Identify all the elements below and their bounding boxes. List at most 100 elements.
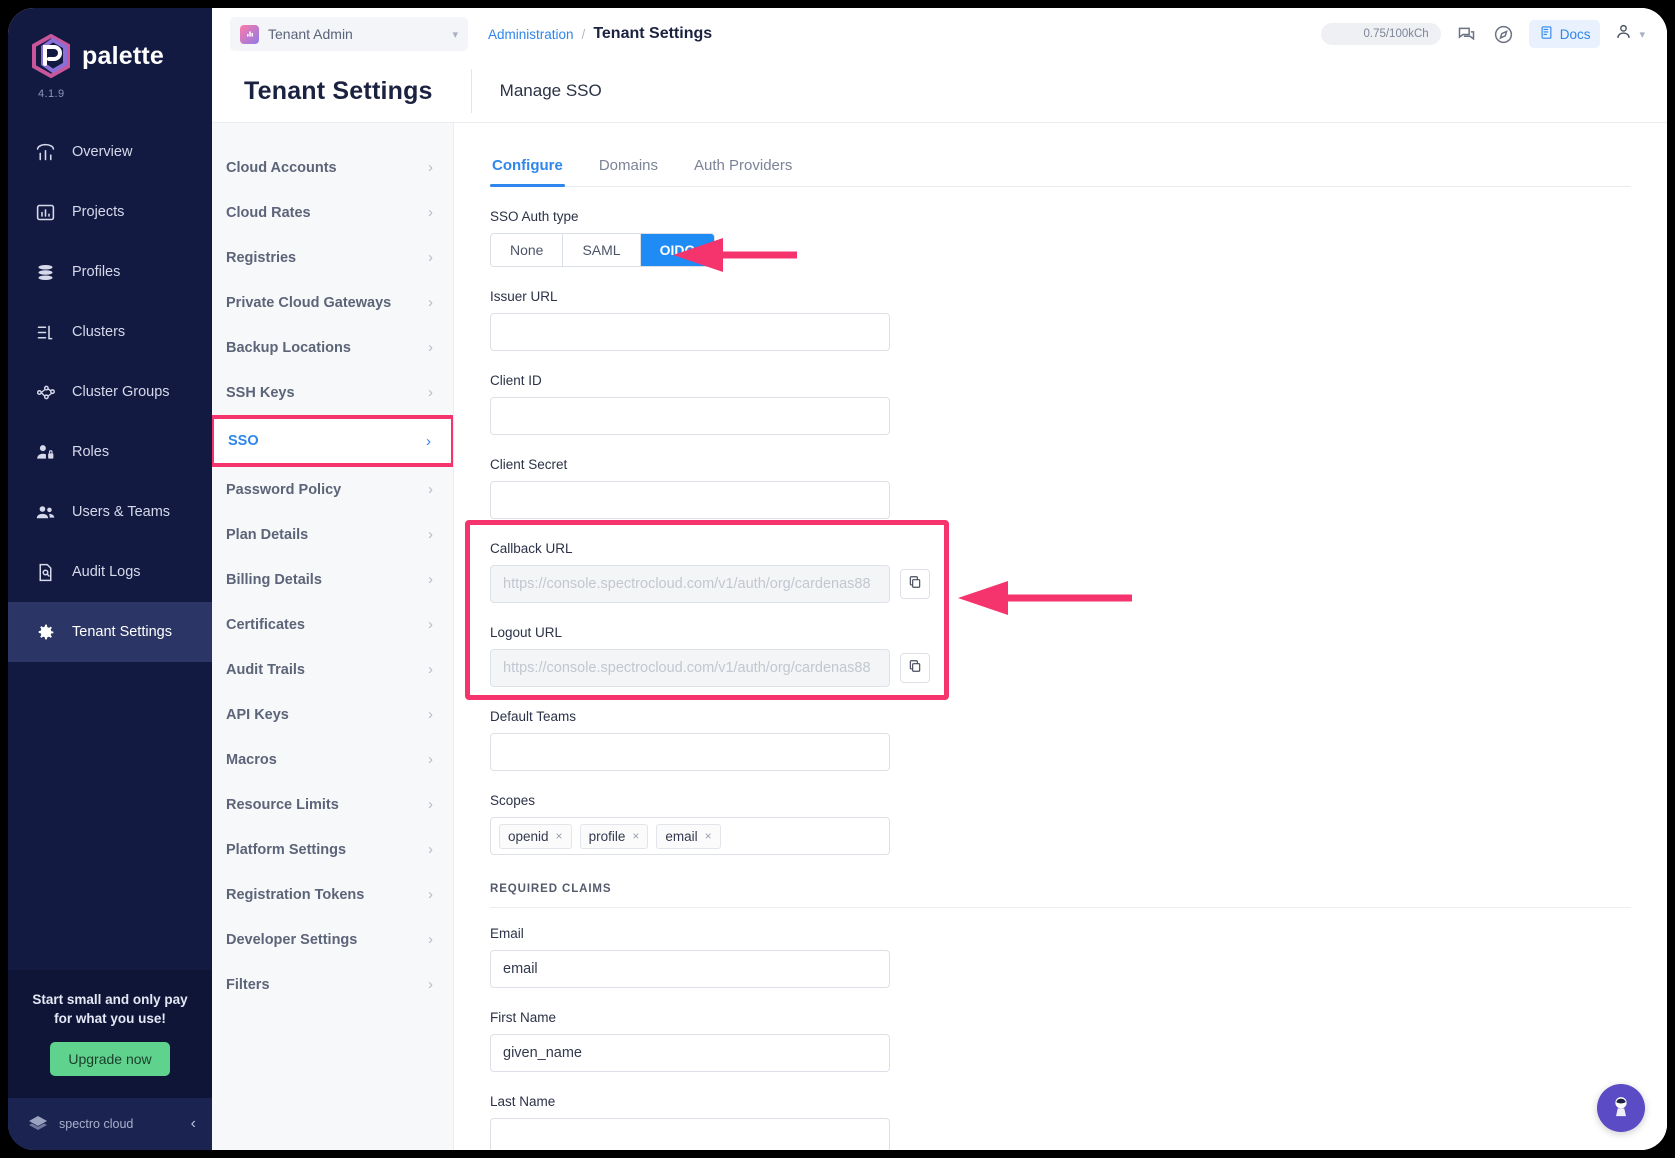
- page-title: Tenant Settings: [244, 76, 433, 105]
- submenu-item-billing-details[interactable]: Billing Details ›: [212, 557, 453, 602]
- sidebar-item-projects[interactable]: Projects: [8, 182, 212, 242]
- scope-tag: openid ×: [499, 823, 572, 849]
- user-menu[interactable]: ▾: [1614, 22, 1645, 46]
- chart-overview-icon: [34, 141, 56, 163]
- submenu-item-developer-settings[interactable]: Developer Settings ›: [212, 917, 453, 962]
- upgrade-promo: Start small and only pay for what you us…: [8, 970, 212, 1098]
- sidebar-item-label: Cluster Groups: [72, 384, 170, 400]
- chevron-right-icon: ›: [428, 159, 433, 176]
- submenu-label: Cloud Accounts: [226, 159, 337, 176]
- tab-domains[interactable]: Domains: [597, 151, 660, 186]
- copy-callback-url-button[interactable]: [900, 569, 930, 599]
- submenu-item-filters[interactable]: Filters ›: [212, 962, 453, 1007]
- sidebar-item-roles[interactable]: Roles: [8, 422, 212, 482]
- chevron-right-icon: ›: [428, 886, 433, 903]
- docs-button[interactable]: Docs: [1528, 20, 1601, 48]
- remove-scope-icon[interactable]: ×: [556, 829, 563, 843]
- list-panel-icon: [34, 321, 56, 343]
- submenu-item-sso[interactable]: SSO ›: [212, 415, 453, 467]
- copy-logout-url-button[interactable]: [900, 653, 930, 683]
- chevron-right-icon: ›: [428, 204, 433, 221]
- auth-type-option-none[interactable]: None: [491, 234, 564, 266]
- submenu-item-registration-tokens[interactable]: Registration Tokens ›: [212, 872, 453, 917]
- chevron-right-icon: ›: [428, 294, 433, 311]
- settings-submenu: Cloud Accounts › Cloud Rates › Registrie…: [212, 122, 454, 1150]
- chevron-right-icon: ›: [428, 616, 433, 633]
- sidebar-item-profiles[interactable]: Profiles: [8, 242, 212, 302]
- submenu-item-resource-limits[interactable]: Resource Limits ›: [212, 782, 453, 827]
- claim-last-name-input[interactable]: [490, 1118, 890, 1150]
- issuer-url-input[interactable]: [490, 313, 890, 351]
- submenu-item-api-keys[interactable]: API Keys ›: [212, 692, 453, 737]
- sidebar-item-cluster-groups[interactable]: Cluster Groups: [8, 362, 212, 422]
- sidebar-item-clusters[interactable]: Clusters: [8, 302, 212, 362]
- tenant-selector-label: Tenant Admin: [268, 26, 353, 42]
- chevron-down-icon: ▾: [452, 28, 458, 41]
- sidebar-item-overview[interactable]: Overview: [8, 122, 212, 182]
- auth-type-option-oidc[interactable]: OIDC: [640, 234, 714, 266]
- sidebar-item-users-teams[interactable]: Users & Teams: [8, 482, 212, 542]
- tenant-selector[interactable]: Tenant Admin ▾: [230, 17, 468, 51]
- help-fab-button[interactable]: [1597, 1084, 1645, 1132]
- claim-first-name-input[interactable]: [490, 1034, 890, 1072]
- chat-bubbles-icon[interactable]: [1455, 23, 1478, 46]
- sidebar-item-label: Audit Logs: [72, 564, 141, 580]
- sidebar-nav: Overview Projects Profiles Clusters Clus…: [8, 122, 212, 970]
- page-subtitle: Manage SSO: [499, 81, 602, 100]
- chevron-right-icon: ›: [428, 841, 433, 858]
- chevron-right-icon: ›: [428, 526, 433, 543]
- breadcrumb-current: Tenant Settings: [593, 25, 713, 42]
- panel-inner: Configure Domains Auth Providers SSO Aut…: [454, 151, 1667, 1150]
- submenu-item-certificates[interactable]: Certificates ›: [212, 602, 453, 647]
- submenu-item-audit-trails[interactable]: Audit Trails ›: [212, 647, 453, 692]
- default-teams-input[interactable]: [490, 733, 890, 771]
- claim-email-label: Email: [490, 926, 524, 941]
- submenu-item-cloud-rates[interactable]: Cloud Rates ›: [212, 190, 453, 235]
- sidebar-item-tenant-settings[interactable]: Tenant Settings: [8, 602, 212, 662]
- client-secret-input[interactable]: [490, 481, 890, 519]
- upgrade-now-button[interactable]: Upgrade now: [50, 1042, 170, 1076]
- client-id-input[interactable]: [490, 397, 890, 435]
- page-body: Cloud Accounts › Cloud Rates › Registrie…: [212, 122, 1667, 1150]
- submenu-item-platform-settings[interactable]: Platform Settings ›: [212, 827, 453, 872]
- submenu-item-cloud-accounts[interactable]: Cloud Accounts ›: [212, 145, 453, 190]
- tab-auth-providers[interactable]: Auth Providers: [692, 151, 794, 186]
- sidebar-item-label: Profiles: [72, 264, 121, 280]
- sso-configure-panel: Configure Domains Auth Providers SSO Aut…: [454, 122, 1667, 1150]
- scope-tag-label: profile: [588, 828, 626, 844]
- claim-last-name-label: Last Name: [490, 1094, 556, 1109]
- sidebar-item-audit-logs[interactable]: Audit Logs: [8, 542, 212, 602]
- tab-configure[interactable]: Configure: [490, 151, 565, 187]
- book-icon: [1539, 25, 1554, 43]
- submenu-label: Cloud Rates: [226, 204, 311, 221]
- submenu-item-plan-details[interactable]: Plan Details ›: [212, 512, 453, 557]
- submenu-item-password-policy[interactable]: Password Policy ›: [212, 467, 453, 512]
- logout-url-input[interactable]: [490, 649, 890, 687]
- submenu-item-macros[interactable]: Macros ›: [212, 737, 453, 782]
- submenu-label: Backup Locations: [226, 339, 351, 356]
- submenu-label: Macros: [226, 751, 277, 768]
- auth-type-option-saml[interactable]: SAML: [563, 234, 641, 266]
- chevron-right-icon: ›: [428, 481, 433, 498]
- compass-icon[interactable]: [1492, 23, 1515, 46]
- scopes-input[interactable]: openid × profile × email ×: [490, 817, 890, 855]
- docs-button-label: Docs: [1559, 26, 1591, 42]
- chevron-down-icon: ▾: [1639, 28, 1645, 41]
- submenu-item-private-cloud-gateways[interactable]: Private Cloud Gateways ›: [212, 280, 453, 325]
- remove-scope-icon[interactable]: ×: [705, 829, 712, 843]
- submenu-label: Filters: [226, 976, 270, 993]
- submenu-label: Billing Details: [226, 571, 322, 588]
- breadcrumb-parent[interactable]: Administration: [488, 27, 574, 42]
- submenu-label: Private Cloud Gateways: [226, 294, 392, 311]
- claim-email-input[interactable]: [490, 950, 890, 988]
- submenu-item-ssh-keys[interactable]: SSH Keys ›: [212, 370, 453, 415]
- submenu-item-backup-locations[interactable]: Backup Locations ›: [212, 325, 453, 370]
- issuer-url-label: Issuer URL: [490, 289, 558, 304]
- user-avatar-icon: [1614, 22, 1633, 46]
- submenu-item-registries[interactable]: Registries ›: [212, 235, 453, 280]
- bar-chart-icon: [34, 201, 56, 223]
- remove-scope-icon[interactable]: ×: [632, 829, 639, 843]
- sso-auth-type-segmented-control: None SAML OIDC: [490, 233, 715, 267]
- chevron-left-icon[interactable]: ‹: [191, 1115, 196, 1133]
- callback-url-input[interactable]: [490, 565, 890, 603]
